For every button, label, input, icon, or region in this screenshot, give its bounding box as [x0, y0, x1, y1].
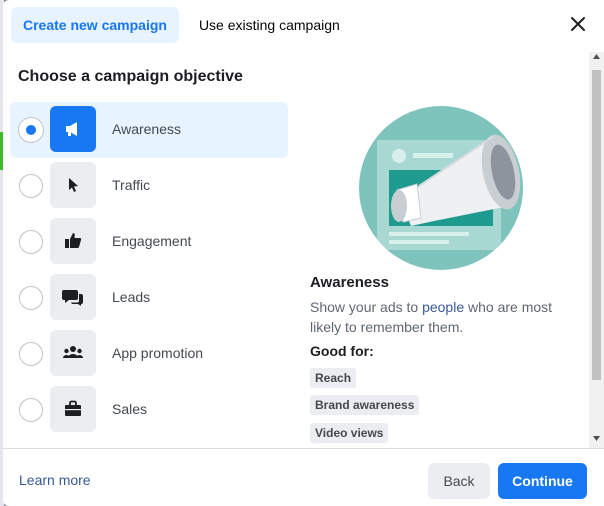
objective-leads[interactable]: Leads	[10, 270, 288, 326]
objective-icon-box	[50, 162, 96, 208]
scrollbar-thumb[interactable]	[592, 70, 601, 380]
objective-engagement[interactable]: Engagement	[10, 214, 288, 270]
people-link[interactable]: people	[422, 299, 464, 315]
scroll-up-arrow[interactable]	[589, 54, 604, 64]
description-text: Show your ads to	[310, 299, 423, 315]
objective-sales[interactable]: Sales	[10, 382, 288, 438]
vertical-scrollbar[interactable]	[589, 52, 604, 448]
thumbs-up-icon	[65, 233, 82, 248]
good-for-label: Good for:	[310, 343, 374, 359]
objective-awareness[interactable]: Awareness	[10, 102, 288, 158]
objective-app-promotion[interactable]: App promotion	[10, 326, 288, 382]
radio-sales[interactable]	[19, 398, 43, 422]
objective-label: Traffic	[112, 177, 151, 193]
dialog-footer: Learn more Back Continue	[3, 448, 604, 506]
campaign-tabs: Create new campaign Use existing campaig…	[11, 7, 360, 43]
scroll-down-arrow[interactable]	[589, 436, 604, 446]
chat-bubbles-icon	[62, 290, 83, 306]
objective-detail-title: Awareness	[310, 274, 389, 291]
tag-video-views: Video views	[310, 423, 389, 443]
continue-button[interactable]: Continue	[498, 463, 587, 499]
tab-use-existing-campaign[interactable]: Use existing campaign	[187, 7, 352, 43]
objective-list: Awareness Traffic Engagement Leads App p…	[10, 102, 288, 438]
objective-icon-box	[50, 218, 96, 264]
tab-create-new-campaign[interactable]: Create new campaign	[11, 7, 179, 43]
tag-brand-awareness: Brand awareness	[310, 395, 420, 415]
objective-label: Leads	[112, 289, 151, 305]
objective-label: Sales	[112, 401, 148, 417]
radio-leads[interactable]	[19, 286, 43, 310]
triangle-down-icon	[593, 436, 600, 441]
objective-icon-box	[50, 274, 96, 320]
radio-engagement[interactable]	[19, 230, 43, 254]
objective-detail-description: Show your ads to people who are most lik…	[310, 297, 570, 337]
megaphone-icon	[66, 122, 77, 136]
campaign-dialog: Create new campaign Use existing campaig…	[3, 0, 604, 506]
people-group-icon	[63, 346, 83, 358]
objective-icon-box	[50, 386, 96, 432]
learn-more-link[interactable]: Learn more	[19, 472, 91, 488]
objective-icon-box	[50, 330, 96, 376]
objective-label: Engagement	[112, 233, 192, 249]
radio-awareness[interactable]	[19, 118, 43, 142]
objective-label: Awareness	[112, 121, 182, 137]
back-button[interactable]: Back	[428, 463, 490, 499]
close-icon	[571, 17, 585, 31]
objective-label: App promotion	[112, 345, 204, 361]
objective-icon-box	[50, 106, 96, 152]
radio-app-promotion[interactable]	[19, 342, 43, 366]
awareness-illustration	[359, 106, 523, 270]
objective-traffic[interactable]: Traffic	[10, 158, 288, 214]
triangle-up-icon	[593, 54, 600, 59]
cursor-icon	[69, 178, 78, 192]
close-button[interactable]	[566, 12, 590, 36]
shopping-bag-icon	[65, 400, 81, 416]
radio-traffic[interactable]	[19, 174, 43, 198]
tag-reach: Reach	[310, 368, 357, 388]
objective-scroll-area: Choose a campaign objective Awareness Tr…	[3, 52, 604, 448]
section-heading: Choose a campaign objective	[18, 68, 243, 85]
